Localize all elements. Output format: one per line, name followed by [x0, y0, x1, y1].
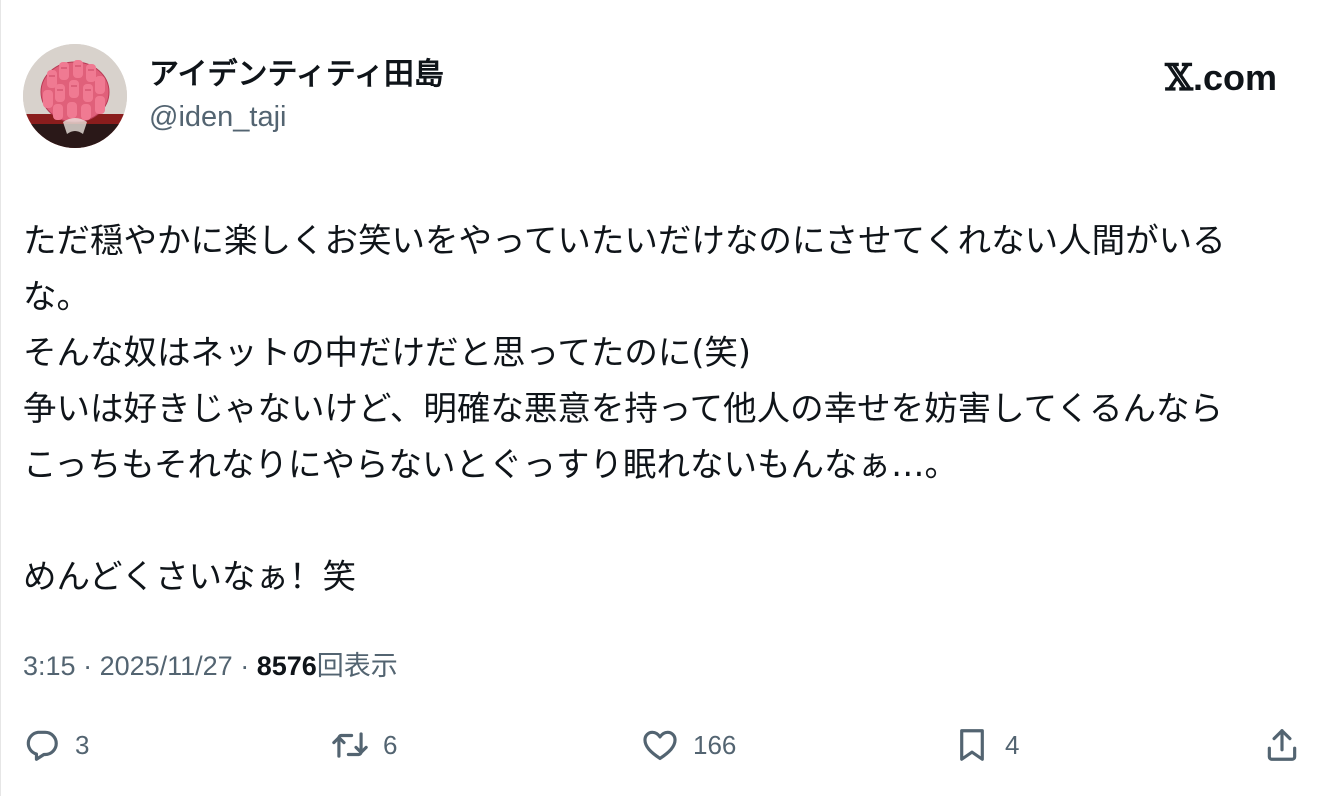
bookmark-icon	[960, 729, 984, 761]
author-handle[interactable]: @iden_taji	[149, 100, 286, 134]
tweet-line: な。	[23, 277, 90, 316]
reply-icon	[26, 730, 58, 761]
views-count: 8576	[256, 651, 317, 681]
tweet-line: 争いは好きじゃないけど、明確な悪意を持って他人の幸せを妨害してくるんなら	[23, 389, 1223, 428]
repost-button[interactable]: 6	[331, 720, 397, 770]
author-display-name[interactable]: アイデンティティ田島	[149, 58, 444, 92]
share-button[interactable]	[1263, 720, 1301, 770]
x-logo-icon: 𝕏	[1165, 57, 1193, 99]
views-label: 回表示	[316, 651, 398, 682]
like-button[interactable]: 166	[641, 720, 736, 770]
repost-count: 6	[383, 729, 398, 760]
tweet-date[interactable]: 2025/11/27	[100, 651, 233, 681]
like-count: 166	[693, 729, 737, 760]
tweet-line: そんな奴はネットの中だけだと思ってたのに(笑)	[23, 333, 751, 372]
tweet-time[interactable]: 3:15	[23, 651, 76, 681]
repost-icon	[332, 732, 368, 758]
meta-separator: ·	[75, 651, 100, 681]
tweet-card: アイデンティティ田島 @iden_taji 𝕏.com ただ穏やかに楽しくお笑い…	[0, 0, 1319, 796]
avatar[interactable]	[23, 44, 127, 148]
tweet-line: ただ穏やかに楽しくお笑いをやっていたいだけなのにさせてくれない人間がいる	[23, 221, 1226, 260]
reply-button[interactable]: 3	[23, 720, 89, 770]
action-bar: 3 6 166 4	[1, 720, 1319, 770]
tweet-meta: 3:15 · 2025/11/27 · 8576回表示	[23, 648, 398, 685]
tweet-line: こっちもそれなりにやらないとぐっすり眠れないもんなぁ…。	[23, 445, 958, 484]
x-com-logo: 𝕏.com	[1165, 57, 1277, 99]
brand-suffix: .com	[1192, 57, 1277, 98]
meta-separator: ·	[232, 651, 257, 681]
tweet-line: めんどくさいなぁ！笑	[23, 557, 356, 596]
share-icon	[1267, 729, 1297, 761]
bookmark-button[interactable]: 4	[953, 720, 1019, 770]
bookmark-count: 4	[1005, 729, 1020, 760]
tweet-text: ただ穏やかに楽しくお笑いをやっていたいだけなのにさせてくれない人間がいる な。 …	[23, 213, 1313, 605]
heart-icon	[643, 730, 677, 761]
avatar-image	[23, 44, 127, 148]
reply-count: 3	[75, 729, 90, 760]
